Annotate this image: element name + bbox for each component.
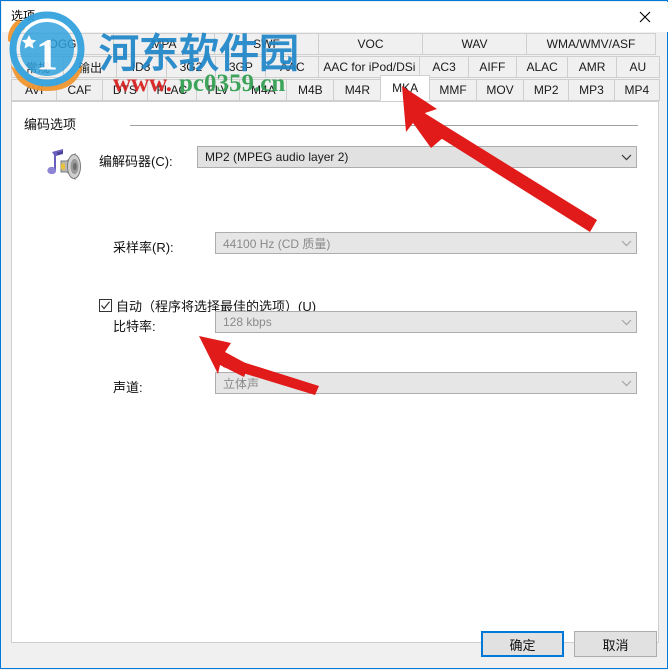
tab-label: OGG bbox=[48, 37, 77, 51]
codec-label: 编解码器(C): bbox=[99, 154, 173, 169]
tab-label: WMA/WMV/ASF bbox=[546, 37, 636, 51]
options-dialog: 选项 OGG MPA SWF VOC WAV WMA/WMV/ASF 常规 输出 ID3 3G2… bbox=[0, 0, 668, 669]
codec-value: MP2 (MPEG audio layer 2) bbox=[205, 150, 349, 164]
tab-label: WAV bbox=[461, 37, 488, 51]
tab-mov[interactable]: MOV bbox=[476, 79, 524, 101]
tab-label: SWF bbox=[253, 37, 280, 51]
close-icon[interactable] bbox=[622, 2, 668, 31]
group-title-encoding-options: 编码选项 bbox=[24, 117, 77, 132]
tab-swf[interactable]: SWF bbox=[214, 33, 319, 55]
format-tab-control: OGG MPA SWF VOC WAV WMA/WMV/ASF 常规 输出 ID3 3G2 3GP… bbox=[11, 33, 661, 643]
tab-[interactable]: 输出 bbox=[63, 56, 117, 78]
title-bar: 选项 bbox=[2, 2, 668, 32]
tab-label: 3GP bbox=[228, 60, 253, 74]
tab-label: ALAC bbox=[526, 60, 558, 74]
checkbox-box bbox=[99, 299, 112, 312]
tab-mmf[interactable]: MMF bbox=[429, 79, 477, 101]
tab-label: VOC bbox=[357, 37, 384, 51]
chevron-down-icon bbox=[616, 319, 636, 326]
tab-au[interactable]: AU bbox=[615, 56, 660, 78]
tab-label: MOV bbox=[486, 83, 514, 97]
tab-label: M4A bbox=[251, 83, 276, 97]
chevron-down-icon bbox=[616, 380, 636, 387]
tab-flac[interactable]: FLAC bbox=[147, 79, 197, 101]
tab-mp3[interactable]: MP3 bbox=[568, 79, 615, 101]
tab-id3[interactable]: ID3 bbox=[115, 56, 167, 78]
window-title: 选项 bbox=[11, 9, 36, 23]
tab-label: AU bbox=[629, 60, 647, 74]
tab-aac[interactable]: AAC bbox=[265, 56, 320, 78]
tab-row-1: OGG MPA SWF VOC WAV WMA/WMV/ASF bbox=[11, 33, 659, 56]
ok-button[interactable]: 确定 bbox=[481, 631, 564, 657]
tab-label: MP3 bbox=[579, 83, 604, 97]
tab-mka[interactable]: MKA bbox=[380, 75, 430, 101]
tab-label: DTS bbox=[112, 83, 137, 97]
tab-label: MP4 bbox=[624, 83, 650, 97]
tab-avi[interactable]: AVI bbox=[11, 79, 58, 101]
bitrate-value: 128 kbps bbox=[223, 315, 272, 329]
tab-label: FLV bbox=[207, 83, 229, 97]
samplerate-value: 44100 Hz (CD 质量) bbox=[223, 236, 331, 251]
tab-label: AAC bbox=[280, 60, 305, 74]
tab-mp2[interactable]: MP2 bbox=[523, 79, 570, 101]
tab-aiff[interactable]: AIFF bbox=[467, 56, 517, 78]
samplerate-label: 采样率(R): bbox=[113, 240, 174, 255]
channels-value: 立体声 bbox=[223, 376, 260, 391]
tab-label: M4B bbox=[298, 83, 323, 97]
tab-3gp[interactable]: 3GP bbox=[215, 56, 267, 78]
tab-label: 输出 bbox=[77, 60, 102, 75]
tab-label: AC3 bbox=[432, 60, 456, 74]
tab-label: M4R bbox=[344, 83, 371, 97]
tab-dts[interactable]: DTS bbox=[101, 79, 149, 101]
tab-wma-wmv-asf[interactable]: WMA/WMV/ASF bbox=[526, 33, 656, 55]
tab-[interactable]: 常规 bbox=[11, 56, 65, 78]
cancel-button[interactable]: 取消 bbox=[574, 631, 657, 657]
tab-label: MMF bbox=[439, 83, 467, 97]
tab-m4r[interactable]: M4R bbox=[333, 79, 382, 101]
tab-m4a[interactable]: M4A bbox=[239, 79, 288, 101]
tab-label: AVI bbox=[24, 83, 44, 97]
group-separator-line bbox=[130, 125, 638, 126]
tab-label: AAC for iPod/DSi bbox=[323, 60, 416, 74]
audio-music-speaker-icon bbox=[39, 146, 83, 186]
tab-label: 3G2 bbox=[179, 60, 203, 74]
tab-caf[interactable]: CAF bbox=[56, 79, 103, 101]
tab-m4b[interactable]: M4B bbox=[286, 79, 335, 101]
chevron-down-icon bbox=[616, 154, 636, 161]
tab-mpa[interactable]: MPA bbox=[113, 33, 215, 55]
tab-amr[interactable]: AMR bbox=[567, 56, 617, 78]
tab-label: 常规 bbox=[25, 60, 50, 75]
bitrate-combobox[interactable]: 128 kbps bbox=[215, 311, 637, 333]
tab-label: MPA bbox=[151, 37, 177, 51]
samplerate-combobox[interactable]: 44100 Hz (CD 质量) bbox=[215, 232, 637, 254]
tab-label: FLAC bbox=[156, 83, 188, 97]
tab-alac[interactable]: ALAC bbox=[515, 56, 569, 78]
tab-flv[interactable]: FLV bbox=[195, 79, 241, 101]
tab-ogg[interactable]: OGG bbox=[11, 33, 114, 55]
tab-wav[interactable]: WAV bbox=[422, 33, 527, 55]
channels-combobox[interactable]: 立体声 bbox=[215, 372, 637, 394]
tab-row-3: AVI CAF DTS FLAC FLV M4A M4B M4R MKA MMF MOV MP2 MP3… bbox=[11, 75, 661, 102]
tab-label: AIFF bbox=[479, 60, 506, 74]
tab-label: AMR bbox=[578, 60, 606, 74]
tab-row-2: 常规 输出 ID3 3G2 3GP AAC AAC for iPod/DSi AC3 AIFF A… bbox=[11, 56, 660, 79]
tab-voc[interactable]: VOC bbox=[318, 33, 423, 55]
tab-mp4[interactable]: MP4 bbox=[613, 79, 661, 101]
tab-3g2[interactable]: 3G2 bbox=[165, 56, 217, 78]
tab-label: MP2 bbox=[533, 83, 559, 97]
channels-label: 声道: bbox=[113, 380, 143, 395]
tab-label: MKA bbox=[392, 81, 419, 95]
bitrate-label: 比特率: bbox=[113, 319, 156, 334]
tab-label: CAF bbox=[67, 83, 92, 97]
codec-combobox[interactable]: MP2 (MPEG audio layer 2) bbox=[197, 146, 637, 168]
tab-label: ID3 bbox=[131, 60, 151, 74]
tab-page-mka: 编码选项 编解码器(C): MP2 (MPEG audio layer 2) 自… bbox=[11, 101, 659, 643]
chevron-down-icon bbox=[616, 240, 636, 247]
